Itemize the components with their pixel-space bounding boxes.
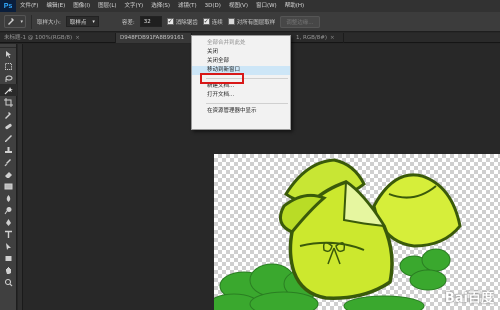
contiguous-label: 连续 xyxy=(211,19,223,26)
menu-item-show-in-explorer[interactable]: 在资源管理器中显示 xyxy=(192,107,290,116)
tool-preset-picker[interactable]: ▾ xyxy=(4,15,26,28)
menu-file[interactable]: 文件(F) xyxy=(16,0,42,12)
hand-tool-icon[interactable] xyxy=(0,264,17,276)
magic-wand-tool-icon[interactable] xyxy=(0,84,17,96)
lasso-tool-icon[interactable] xyxy=(0,72,17,84)
menu-type[interactable]: 文字(Y) xyxy=(121,0,148,12)
blur-tool-icon[interactable] xyxy=(0,192,17,204)
brush-tool-icon[interactable] xyxy=(0,132,17,144)
menu-divider xyxy=(206,103,288,104)
contiguous-checkbox[interactable]: ✓ xyxy=(202,18,210,25)
sample-all-layers-label: 对所有图层取样 xyxy=(236,19,276,26)
menu-item-consolidate-all[interactable]: 全部合并到此处 xyxy=(192,39,290,48)
menu-image[interactable]: 图像(I) xyxy=(69,0,94,12)
antialias-option[interactable]: ✓ 消除锯齿 xyxy=(166,18,198,26)
photoshop-logo: Ps xyxy=(0,0,16,12)
chevron-down-icon: ▾ xyxy=(92,18,95,25)
menu-window[interactable]: 窗口(W) xyxy=(252,0,281,12)
path-selection-tool-icon[interactable] xyxy=(0,240,17,252)
gradient-tool-icon[interactable] xyxy=(0,180,17,192)
menu-item-close[interactable]: 关闭 xyxy=(192,48,290,57)
document-tab-untitled[interactable]: 未标题-1 @ 100%(RGB/8) × xyxy=(0,33,116,43)
menu-item-close-all[interactable]: 关闭全部 xyxy=(192,57,290,66)
menu-bar: Ps 文件(F) 编辑(E) 图像(I) 图层(L) 文字(Y) 选择(S) 滤… xyxy=(0,0,500,12)
antialias-checkbox[interactable]: ✓ xyxy=(166,18,174,25)
tools-panel xyxy=(0,44,17,310)
rectangle-tool-icon[interactable] xyxy=(0,252,17,264)
tolerance-label: 容差: xyxy=(121,19,135,26)
type-tool-icon[interactable] xyxy=(0,228,17,240)
menu-select[interactable]: 选择(S) xyxy=(147,0,174,12)
divider xyxy=(31,14,32,29)
chevron-down-icon: ▾ xyxy=(20,18,23,25)
sample-all-layers-option[interactable]: 对所有图层取样 xyxy=(227,18,276,26)
antialias-label: 消除锯齿 xyxy=(175,19,198,26)
eyedropper-icon xyxy=(7,17,15,27)
vertical-ruler xyxy=(18,44,23,310)
menu-view[interactable]: 视图(V) xyxy=(225,0,252,12)
close-icon[interactable]: × xyxy=(75,35,80,41)
close-icon[interactable]: × xyxy=(330,35,335,41)
tab-label: D948FDB91FA8B99161 xyxy=(120,35,185,41)
menu-layer[interactable]: 图层(L) xyxy=(94,0,120,12)
sample-size-select[interactable]: 取样点 ▾ xyxy=(65,16,99,27)
crop-tool-icon[interactable] xyxy=(0,96,17,108)
baidu-watermark: Bai百度 xyxy=(444,291,494,306)
options-bar: ▾ 取样大小: 取样点 ▾ 容差: 32 ✓ 消除锯齿 ✓ 连续 对所有图层取样… xyxy=(0,12,500,32)
clone-stamp-tool-icon[interactable] xyxy=(0,144,17,156)
tab-label: 1, RGB/8#) xyxy=(296,35,327,41)
zoom-tool-icon[interactable] xyxy=(0,276,17,288)
document-tab-third[interactable]: 1, RGB/8#) × xyxy=(292,33,344,43)
refine-edge-button[interactable]: 调整边缘... xyxy=(280,15,320,28)
menu-item-open-document[interactable]: 打开文档... xyxy=(192,91,290,100)
dodge-tool-icon[interactable] xyxy=(0,204,17,216)
tab-label: 未标题-1 @ 100%(RGB/8) xyxy=(4,35,73,41)
sample-size-label: 取样大小: xyxy=(37,19,61,26)
menu-filter[interactable]: 滤镜(T) xyxy=(174,0,201,12)
tolerance-input[interactable]: 32 xyxy=(139,16,162,27)
move-tool-icon[interactable] xyxy=(0,48,17,60)
highlight-annotation-box xyxy=(200,73,244,84)
history-brush-tool-icon[interactable] xyxy=(0,156,17,168)
menu-3d[interactable]: 3D(D) xyxy=(201,0,225,12)
sample-size-value: 取样点 xyxy=(69,19,87,26)
marquee-tool-icon[interactable] xyxy=(0,60,17,72)
sample-all-layers-checkbox[interactable] xyxy=(227,18,235,25)
pen-tool-icon[interactable] xyxy=(0,216,17,228)
healing-brush-tool-icon[interactable] xyxy=(0,120,17,132)
menu-edit[interactable]: 编辑(E) xyxy=(42,0,69,12)
contiguous-option[interactable]: ✓ 连续 xyxy=(202,18,223,26)
eyedropper-tool-icon[interactable] xyxy=(0,108,17,120)
eraser-tool-icon[interactable] xyxy=(0,168,17,180)
document-tab-active[interactable]: D948FDB91FA8B99161 xyxy=(116,33,192,43)
menu-help[interactable]: 帮助(H) xyxy=(281,0,308,12)
